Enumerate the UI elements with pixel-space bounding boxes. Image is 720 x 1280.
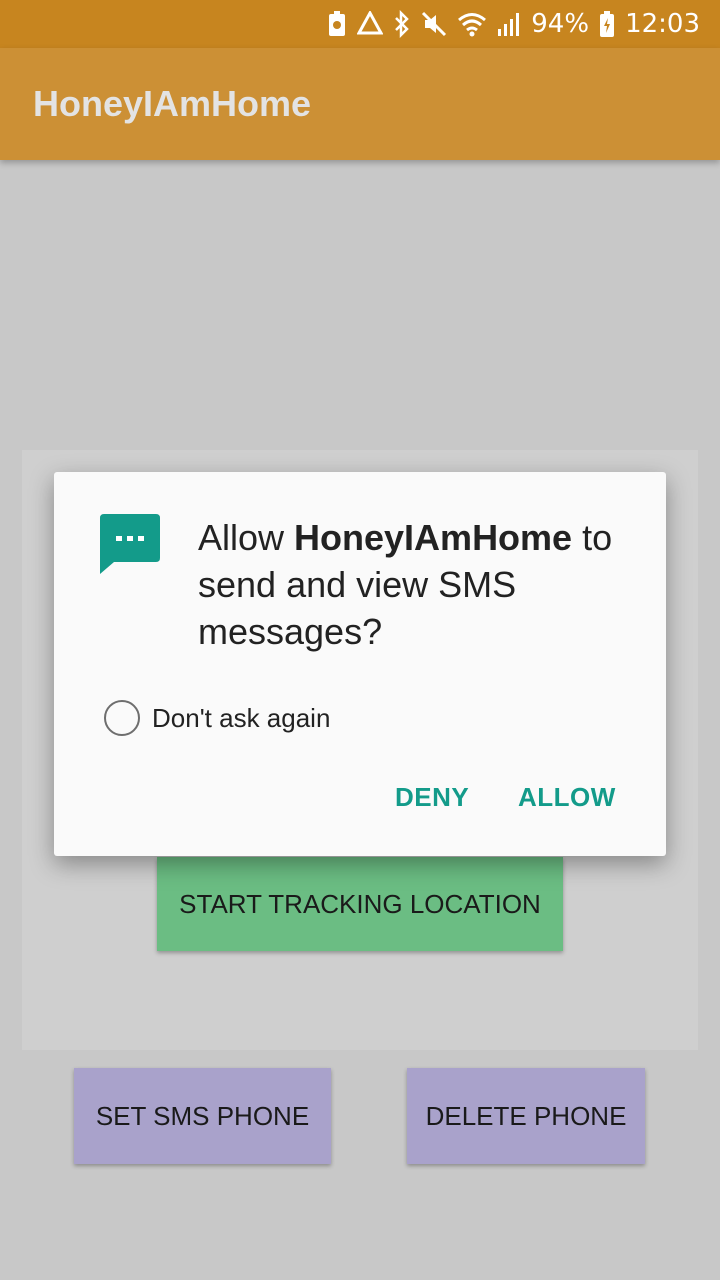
app-bar: HoneyIAmHome	[0, 48, 720, 160]
signal-icon	[497, 11, 521, 37]
dont-ask-again-label: Don't ask again	[152, 702, 331, 733]
battery-charging-icon	[599, 10, 615, 38]
sms-icon	[100, 514, 160, 581]
dont-ask-again-radio[interactable]	[104, 700, 140, 736]
recycle-icon	[357, 11, 384, 37]
bluetooth-icon	[393, 10, 411, 38]
clock: 12:03	[625, 9, 700, 39]
status-bar: 94% 12:03	[0, 0, 720, 48]
start-tracking-button[interactable]: START TRACKING LOCATION	[157, 857, 563, 951]
battery-percent: 94%	[531, 9, 590, 39]
app-title: HoneyIAmHome	[33, 83, 312, 124]
mute-icon	[421, 11, 447, 37]
battery-saver-icon	[327, 11, 347, 37]
dialog-message-prefix: Allow	[198, 517, 295, 558]
allow-button[interactable]: ALLOW	[518, 782, 616, 813]
delete-phone-button[interactable]: DELETE PHONE	[407, 1068, 645, 1164]
dont-ask-again-option[interactable]: Don't ask again	[104, 700, 330, 736]
dialog-message: Allow HoneyIAmHome to send and view SMS …	[198, 514, 638, 655]
deny-button[interactable]: DENY	[395, 782, 469, 813]
permission-dialog: Allow HoneyIAmHome to send and view SMS …	[54, 472, 666, 856]
dialog-app-name: HoneyIAmHome	[294, 517, 573, 558]
wifi-icon	[457, 11, 487, 37]
set-sms-phone-button[interactable]: SET SMS PHONE	[74, 1068, 331, 1164]
